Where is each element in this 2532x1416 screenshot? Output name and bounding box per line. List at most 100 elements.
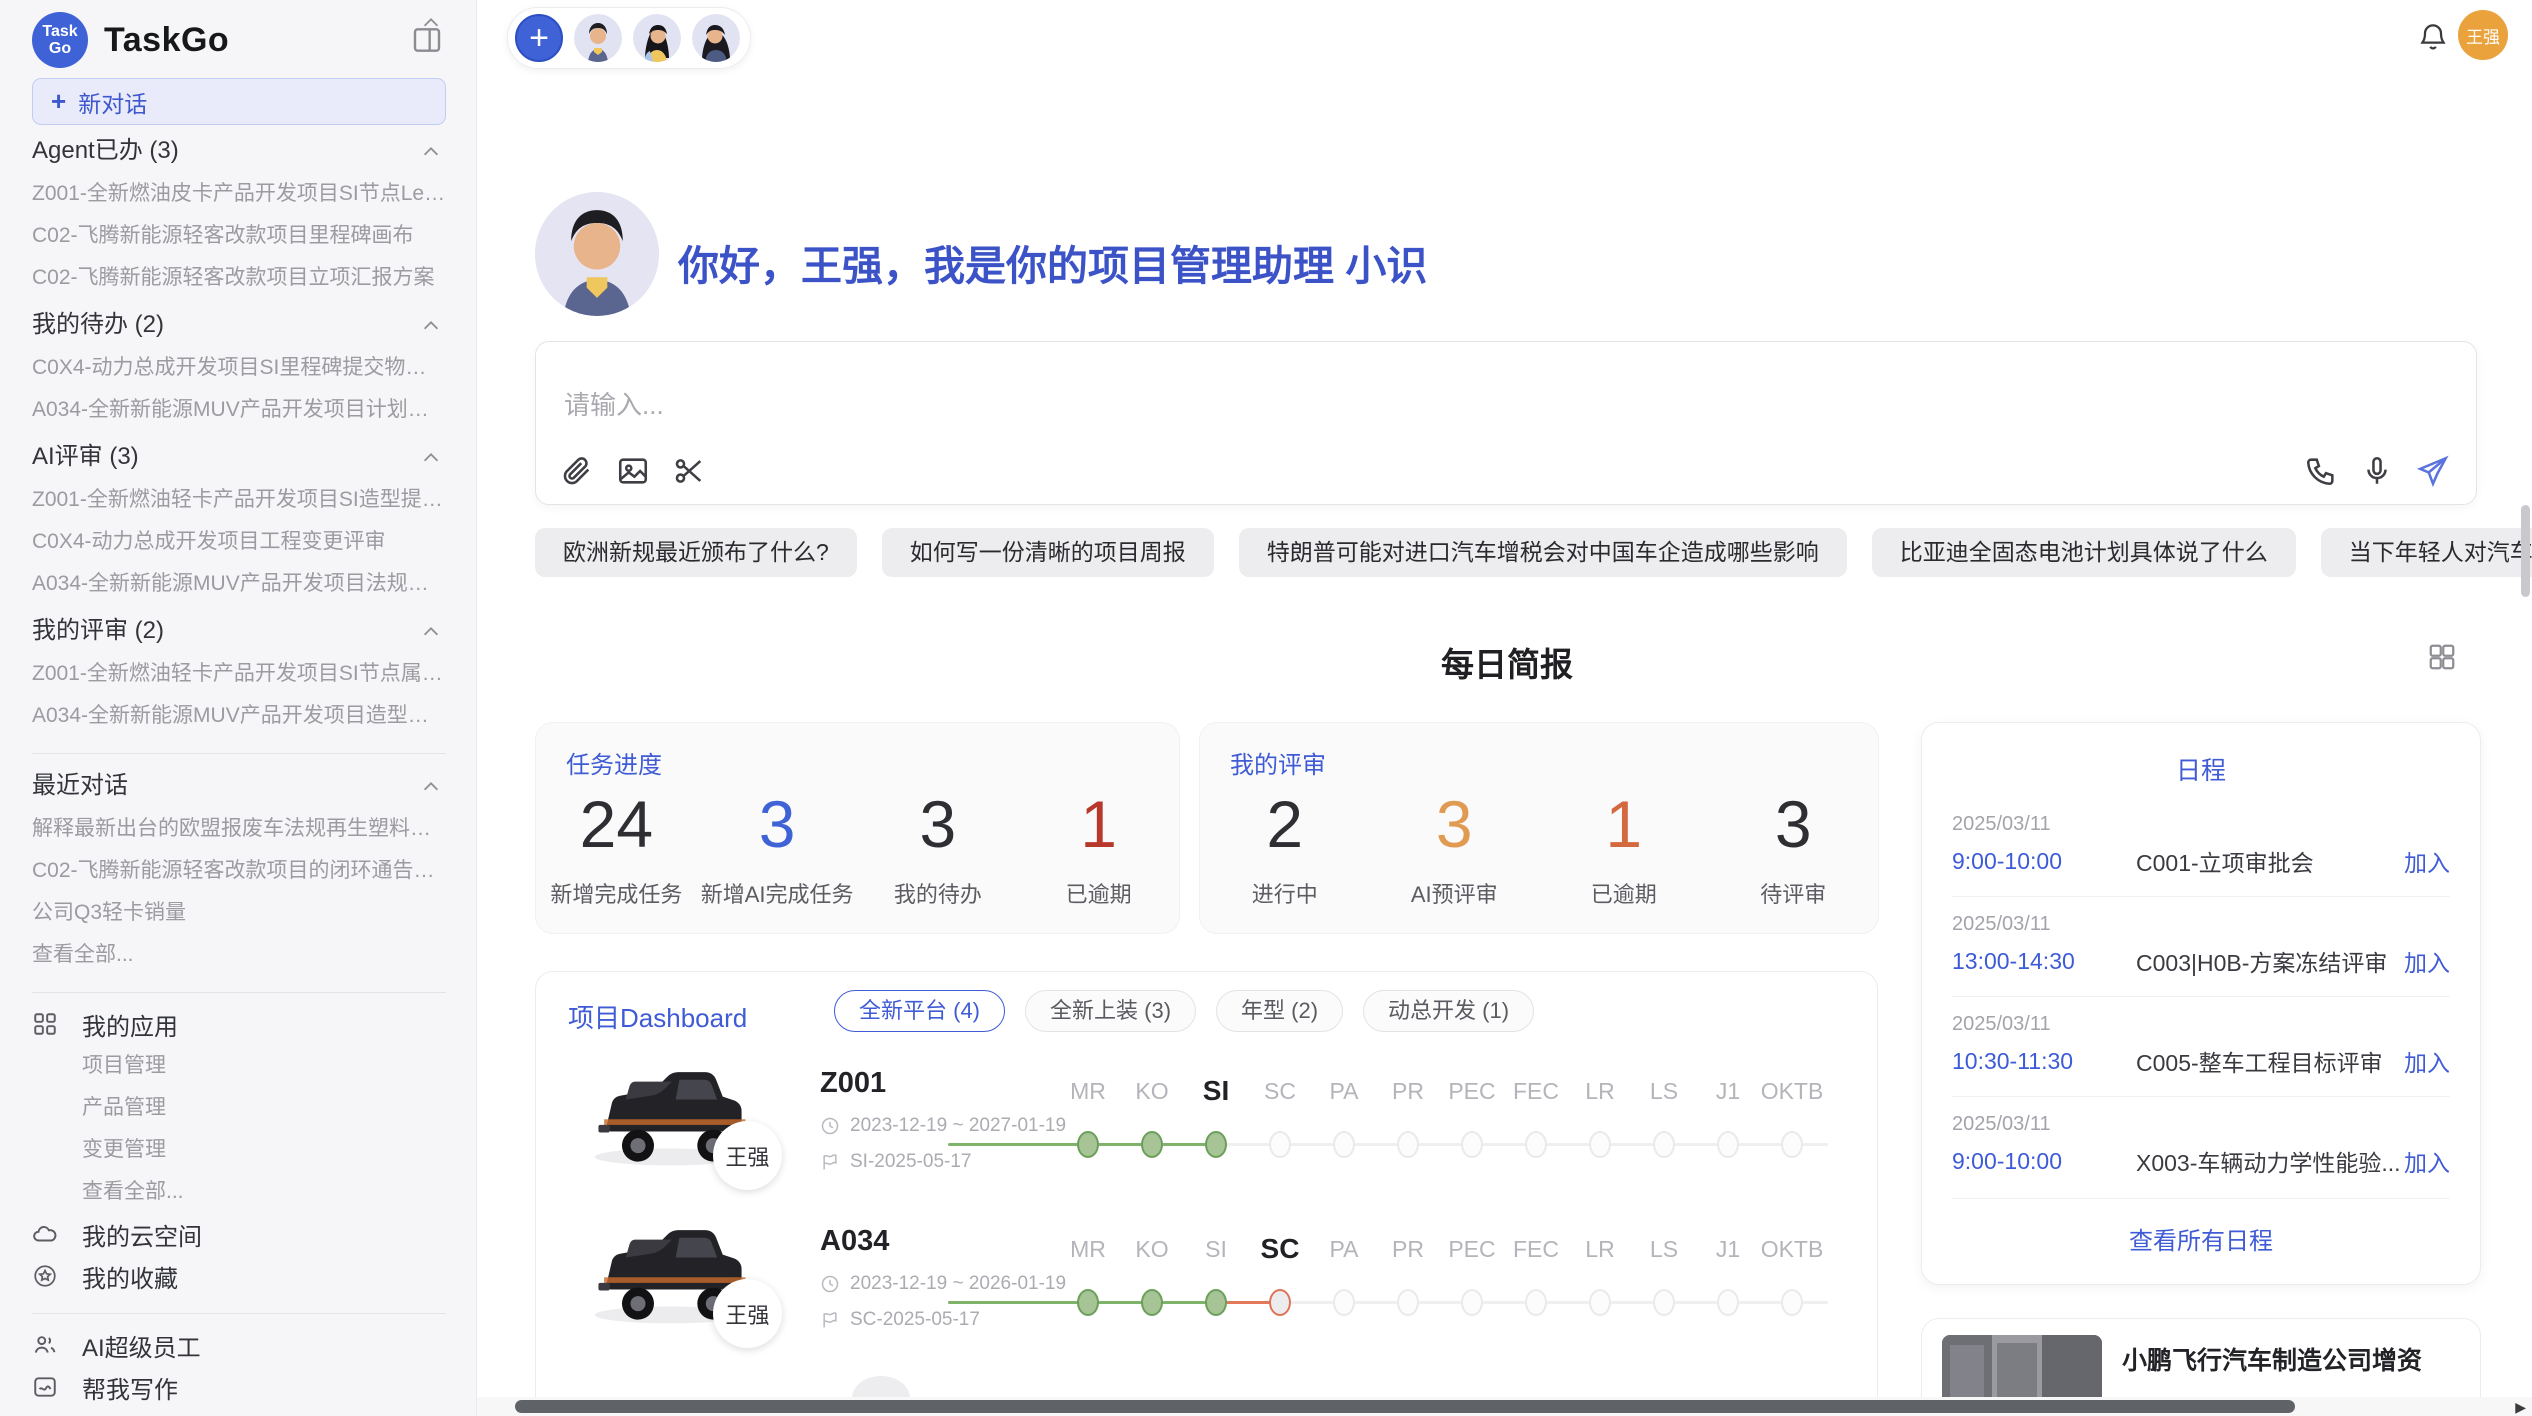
chat-input[interactable] [564,390,2164,421]
project-row[interactable]: 王强 A034 2023-12-19 ~ 2026-01-19 SC-2025-… [536,1217,1877,1377]
my-review-card: 我的评审 2进行中 3AI预评审 1已逾期 3待评审 [1199,722,1879,934]
stat-ai-done: 3新增AI完成任务 [697,785,858,909]
chevron-up-icon[interactable] [420,141,442,163]
creative-draw-item[interactable]: 创意制图 [32,1408,446,1416]
tab-year-model[interactable]: 年型 (2) [1216,990,1343,1032]
sidebar-item[interactable]: Z001-全新燃油皮卡产品开发项目SI节点Lesson Learn报告 [32,173,446,215]
milestone-label: PA [1312,1231,1376,1267]
sidebar-section-recent-chats: 最近对话 解释最新出台的欧盟报废车法规再生塑料比例被调至15%...C02-飞腾… [32,764,446,976]
milestone-label: OKTB [1760,1231,1824,1267]
join-link[interactable]: 加入 [2404,944,2450,978]
my-favorites-item[interactable]: 我的收藏 [32,1255,446,1297]
schedule-event: C005-整车工程目标评审 [2122,1044,2404,1078]
milestone-dot [1525,1131,1547,1158]
horizontal-scrollbar-thumb[interactable] [515,1400,2295,1413]
sidebar: Task Go TaskGo + 新对话 Agent已办 (3) Z001-全新… [0,0,477,1416]
app-logo: Task Go [32,12,88,68]
app-item[interactable]: 变更管理 [32,1129,446,1171]
notification-bell-icon[interactable] [2417,20,2449,52]
chevron-up-icon[interactable] [420,447,442,469]
phone-icon[interactable] [2304,454,2338,488]
sidebar-item[interactable]: C02-飞腾新能源轻客改款项目立项汇报方案 [32,257,446,299]
app-item[interactable]: 产品管理 [32,1087,446,1129]
send-icon[interactable] [2416,454,2450,488]
agent-avatar-2[interactable] [633,14,681,62]
apps-grid-icon [32,1011,58,1037]
tab-new-platform[interactable]: 全新平台 (4) [834,990,1005,1032]
dashboard-title: 项目Dashboard [568,998,747,1035]
suggestion-chip[interactable]: 欧洲新规最近颁布了什么? [535,528,857,577]
sidebar-item[interactable]: C0X4-动力总成开发项目工程变更评审 [32,521,446,563]
milestone-label: J1 [1696,1231,1760,1267]
sidebar-section-my-apps: 我的应用 项目管理产品管理变更管理查看全部... 我的云空间 我的收藏 [32,1003,446,1297]
milestone-label: LS [1632,1073,1696,1109]
ai-super-staff-item[interactable]: AI超级员工 [32,1324,446,1366]
sidebar-item[interactable]: Z001-全新燃油轻卡产品开发项目SI节点属性5D文件评审 [32,653,446,695]
agent-avatar-3[interactable] [692,14,740,62]
tab-powertrain[interactable]: 动总开发 (1) [1363,990,1534,1032]
agent-avatar-1[interactable] [574,14,622,62]
layout-grid-icon[interactable] [2427,642,2457,672]
chevron-up-icon[interactable] [420,315,442,337]
sidebar-item[interactable]: C02-飞腾新能源轻客改款项目里程碑画布 [32,215,446,257]
project-code: Z001 [820,1067,886,1100]
view-all-schedule-link[interactable]: 查看所有日程 [1952,1198,2450,1256]
suggestion-chip[interactable]: 比亚迪全固态电池计划具体说了什么 [1872,528,2296,577]
project-row[interactable]: 王强 Z001 2023-12-19 ~ 2027-01-19 SI-2025-… [536,1059,1877,1219]
schedule-event: X003-车辆动力学性能验... [2122,1144,2404,1178]
project-dates: 2023-12-19 ~ 2026-01-19 [820,1273,1066,1295]
join-link[interactable]: 加入 [2404,1144,2450,1178]
sidebar-item[interactable]: A034-全新新能源MUV产品开发项目计划变更表编写 [32,389,446,431]
app-item[interactable]: 项目管理 [32,1045,446,1087]
sidebar-item[interactable]: 公司Q3轻卡销量 [32,892,446,934]
horizontal-scrollbar[interactable]: ▶ [477,1397,2532,1416]
join-link[interactable]: 加入 [2404,844,2450,878]
image-icon[interactable] [616,454,650,488]
paperclip-icon[interactable] [560,454,594,488]
my-favorites-label: 我的收藏 [82,1259,178,1294]
sidebar-item[interactable]: A034-全新新能源MUV产品开发项目造型可行性评审 [32,695,446,737]
sidebar-section-agent-done: Agent已办 (3) Z001-全新燃油皮卡产品开发项目SI节点Lesson … [32,129,446,299]
sidebar-item[interactable]: C0X4-动力总成开发项目SI里程碑提交物检查 [32,347,446,389]
chevron-up-icon[interactable] [420,776,442,798]
suggestion-chip[interactable]: 特朗普可能对进口汽车增税会对中国车企造成哪些影响 [1239,528,1847,577]
creative-draw-label: 创意制图 [82,1412,178,1416]
sidebar-item[interactable]: A034-全新新能源MUV产品开发项目法规符合性评审 [32,563,446,605]
microphone-icon[interactable] [2360,454,2394,488]
project-code: A034 [820,1225,889,1258]
vertical-scrollbar-thumb[interactable] [2521,505,2530,597]
milestone-dot [1269,1289,1291,1316]
chevron-up-icon[interactable] [420,621,442,643]
chevron-up-icon[interactable] [420,12,442,34]
milestone-dot [1141,1131,1163,1158]
tab-new-body[interactable]: 全新上装 (3) [1025,990,1196,1032]
user-avatar[interactable]: 王强 [2458,10,2508,60]
join-link[interactable]: 加入 [2404,1044,2450,1078]
main-area: + 王强 你好，王强，我是你的项目管理助理 小识 [477,0,2532,1416]
sidebar-item[interactable]: 查看全部... [32,934,446,976]
suggestion-chip[interactable]: 如何写一份清晰的项目周报 [882,528,1214,577]
my-apps-header[interactable]: 我的应用 [32,1003,446,1045]
sidebar-item[interactable]: Z001-全新燃油轻卡产品开发项目SI造型提交物评审 [32,479,446,521]
milestone-label: LR [1568,1231,1632,1267]
sidebar-item[interactable]: 解释最新出台的欧盟报废车法规再生塑料比例被调至15%... [32,808,446,850]
my-cloud-item[interactable]: 我的云空间 [32,1213,446,1255]
milestone-track: MRKOSISCPAPRPECFECLRLSJ1OKTB [1056,1231,1846,1341]
milestone-dot [1397,1289,1419,1316]
stat-my-todo: 3我的待办 [858,785,1019,909]
milestone-dot [1717,1289,1739,1316]
add-agent-button[interactable]: + [515,14,563,62]
milestone-dot [1397,1131,1419,1158]
app-item[interactable]: 查看全部... [32,1171,446,1213]
logo-text-1: Task [42,23,77,40]
suggestion-chip[interactable]: 当下年轻人对汽车外观有怎样的喜好趋势 [2321,528,2532,577]
scrollbar-right-arrow[interactable]: ▶ [2515,1399,2526,1416]
schedule-event: C001-立项审批会 [2122,844,2404,878]
scissors-icon[interactable] [672,454,706,488]
new-chat-button[interactable]: + 新对话 [32,78,446,125]
milestone-dot [1653,1131,1675,1158]
milestone-dot [1653,1289,1675,1316]
help-me-write-item[interactable]: 帮我写作 [32,1366,446,1408]
input-actions [2304,454,2450,488]
sidebar-item[interactable]: C02-飞腾新能源轻客改款项目的闭环通告反馈情况 [32,850,446,892]
